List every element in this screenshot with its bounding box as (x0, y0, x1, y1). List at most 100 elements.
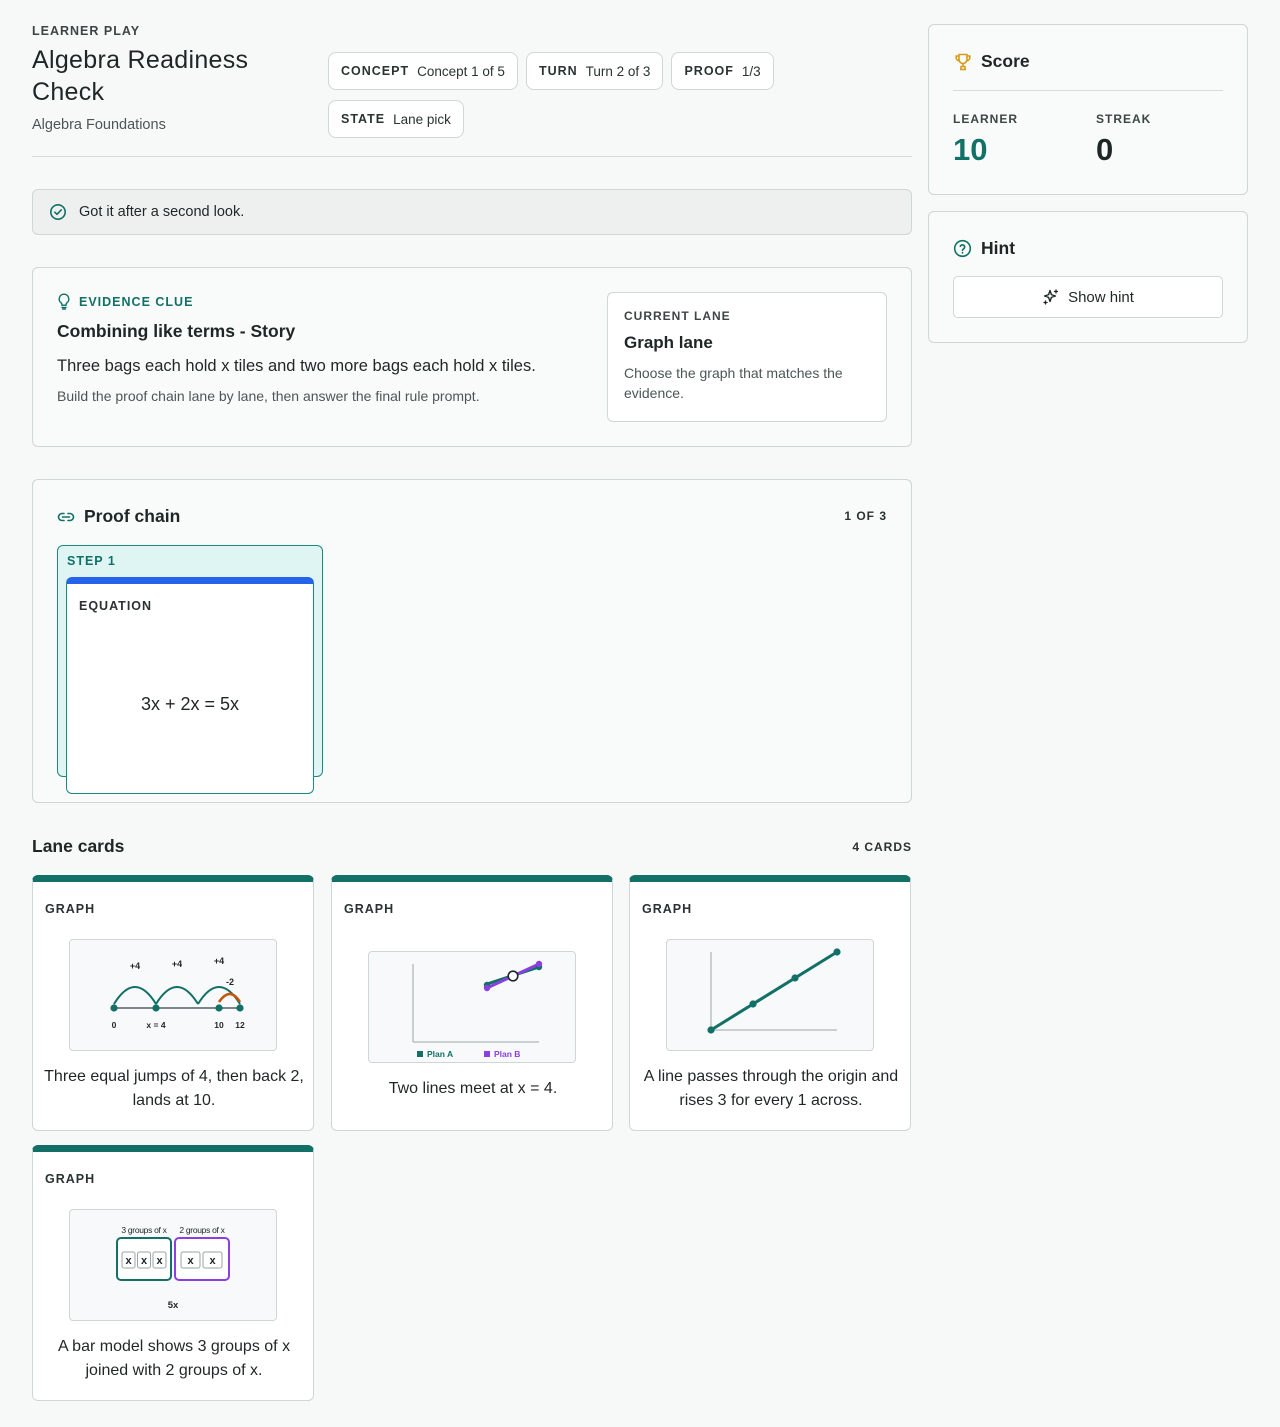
hint-panel: Hint Show hint (928, 211, 1248, 343)
current-lane-box: CURRENT LANE Graph lane Choose the graph… (607, 292, 887, 422)
learner-label: LEARNER (953, 112, 1019, 126)
lane-card-intersecting-lines[interactable]: GRAPH Plan A Plan B Two lines meet at x … (331, 875, 613, 1131)
learner-stat: LEARNER 10 (953, 112, 1018, 168)
svg-text:x: x (125, 1255, 132, 1267)
proof-chain-panel: Proof chain 1 OF 3 STEP 1 EQUATION 3x + … (32, 479, 912, 803)
jump-label: +4 (130, 961, 140, 971)
card-type: GRAPH (45, 1172, 96, 1186)
card-caption: Two lines meet at x = 4. (388, 1080, 558, 1097)
score-divider (953, 90, 1223, 91)
card-caption: A line passes through the origin and ris… (643, 1068, 899, 1109)
current-lane-name: Graph lane (624, 333, 713, 352)
sparkles-icon (1043, 289, 1059, 305)
proof-chain-heading: Proof chain (57, 506, 180, 527)
lane-cards-title: Lane cards (32, 836, 125, 856)
svg-text:x: x (141, 1255, 148, 1267)
intersecting-lines-figure: Plan A Plan B (368, 951, 576, 1063)
proof-chip: PROOF 1/3 (671, 52, 774, 90)
clue-title: Combining like terms - Story (57, 321, 296, 341)
lane-cards-count: 4 CARDS (852, 839, 912, 854)
bar-model-figure: 3 groups of x 2 groups of x x x x x x 5x (69, 1209, 277, 1321)
lane-card-origin-line[interactable]: GRAPH A line passes through the origin a… (629, 875, 911, 1131)
link-icon (57, 512, 75, 521)
feedback-banner: Got it after a second look. (32, 189, 912, 235)
card-type: GRAPH (344, 902, 395, 916)
lane-card-number-line[interactable]: GRAPH +4 +4 +4 -2 0 x = 4 10 12 Three eq… (32, 875, 314, 1131)
bar-right-label: 2 groups of x (179, 1225, 225, 1235)
svg-text:x: x (156, 1255, 163, 1267)
card-caption: A bar model shows 3 groups of x joined w… (57, 1338, 291, 1379)
tick-label: 0 (112, 1020, 117, 1030)
equation-card-type: EQUATION (79, 599, 153, 613)
score-heading: Score (953, 51, 1030, 72)
page-title: Algebra Readiness Check (32, 46, 249, 106)
help-circle-icon (953, 239, 972, 258)
clue-eyebrow-label: EVIDENCE CLUE (79, 294, 194, 309)
legend-label-plan-a: Plan A (427, 1049, 453, 1059)
lane-cards-header: Lane cards 4 CARDS (32, 836, 912, 857)
clue-instructions: Build the proof chain lane by lane, then… (57, 388, 480, 404)
streak-label: STREAK (1096, 112, 1152, 126)
proof-chain-title: Proof chain (84, 506, 181, 526)
turn-chip: TURN Turn 2 of 3 (525, 52, 664, 90)
jump-label: +4 (214, 956, 224, 966)
tick-label: 12 (235, 1020, 245, 1030)
card-type: GRAPH (642, 902, 693, 916)
equation-text: 3x + 2x = 5x (140, 694, 240, 714)
clue-eyebrow: EVIDENCE CLUE (57, 293, 193, 310)
streak-stat: STREAK 0 (1096, 112, 1151, 168)
number-line-svg: +4 +4 +4 -2 0 x = 4 10 12 (110, 956, 245, 1030)
card-caption: Three equal jumps of 4, then back 2, lan… (44, 1068, 304, 1109)
chip-key: TURN (538, 64, 578, 78)
bar-total-label: 5x (168, 1300, 179, 1311)
bar-left-label: 3 groups of x (121, 1225, 167, 1235)
number-line-figure: +4 +4 +4 -2 0 x = 4 10 12 (69, 939, 277, 1051)
state-chip: STATE Lane pick (328, 100, 464, 138)
streak-value: 0 (1096, 132, 1114, 167)
hint-title: Hint (981, 238, 1016, 258)
page-eyebrow: LEARNER PLAY (32, 24, 141, 38)
main-column: LEARNER PLAY Algebra Readiness Check Alg… (32, 24, 912, 1401)
trophy-icon (955, 53, 971, 70)
feedback-text: Got it after a second look. (79, 204, 245, 220)
lightbulb-icon (58, 293, 70, 310)
score-title: Score (981, 51, 1030, 71)
show-hint-button[interactable]: Show hint (953, 276, 1223, 318)
current-lane-description: Choose the graph that matches the eviden… (624, 365, 843, 401)
jump-label: +4 (172, 959, 182, 969)
learner-score: 10 (953, 132, 988, 167)
origin-line-figure (666, 939, 874, 1051)
lane-card-bar-model[interactable]: GRAPH 3 groups of x 2 groups of x x x x (32, 1145, 314, 1401)
origin-line-svg (707, 948, 841, 1034)
evidence-clue-panel: EVIDENCE CLUE Combining like terms - Sto… (32, 267, 912, 447)
chip-value: Turn 2 of 3 (585, 63, 651, 79)
page-header: LEARNER PLAY Algebra Readiness Check Alg… (32, 24, 912, 157)
chip-key: STATE (341, 112, 386, 126)
card-type: GRAPH (45, 902, 96, 916)
current-lane-eyebrow: CURRENT LANE (624, 309, 731, 323)
legend-label-plan-b: Plan B (494, 1049, 520, 1059)
svg-text:x: x (209, 1255, 216, 1267)
proof-chain-count: 1 OF 3 (844, 509, 887, 523)
bar-model-svg: 3 groups of x 2 groups of x x x x x x 5x (116, 1225, 230, 1311)
chip-key: CONCEPT (341, 64, 410, 78)
equation-card[interactable]: EQUATION 3x + 2x = 5x (66, 577, 314, 794)
tick-label: x = 4 (146, 1020, 165, 1030)
back-label: -2 (226, 977, 234, 987)
chip-key: PROOF (684, 64, 734, 78)
status-chips: CONCEPT Concept 1 of 5 TURN Turn 2 of 3 PR… (328, 52, 808, 138)
check-circle-icon (50, 204, 66, 220)
chip-value: 1/3 (741, 63, 761, 79)
tick-label: 10 (214, 1020, 224, 1030)
chip-value: Lane pick (393, 111, 451, 127)
score-panel: Score LEARNER 10 STREAK 0 (928, 24, 1248, 195)
hint-heading: Hint (953, 238, 1015, 259)
show-hint-label: Show hint (1068, 288, 1134, 306)
page-subtitle: Algebra Foundations (32, 117, 166, 133)
intersecting-lines-svg: Plan A Plan B (412, 960, 543, 1059)
svg-text:x: x (187, 1255, 194, 1267)
chip-value: Concept 1 of 5 (417, 63, 505, 79)
clue-text: Three bags each hold x tiles and two mor… (57, 357, 536, 375)
concept-chip: CONCEPT Concept 1 of 5 (328, 52, 518, 90)
step-label: STEP 1 (67, 554, 116, 568)
